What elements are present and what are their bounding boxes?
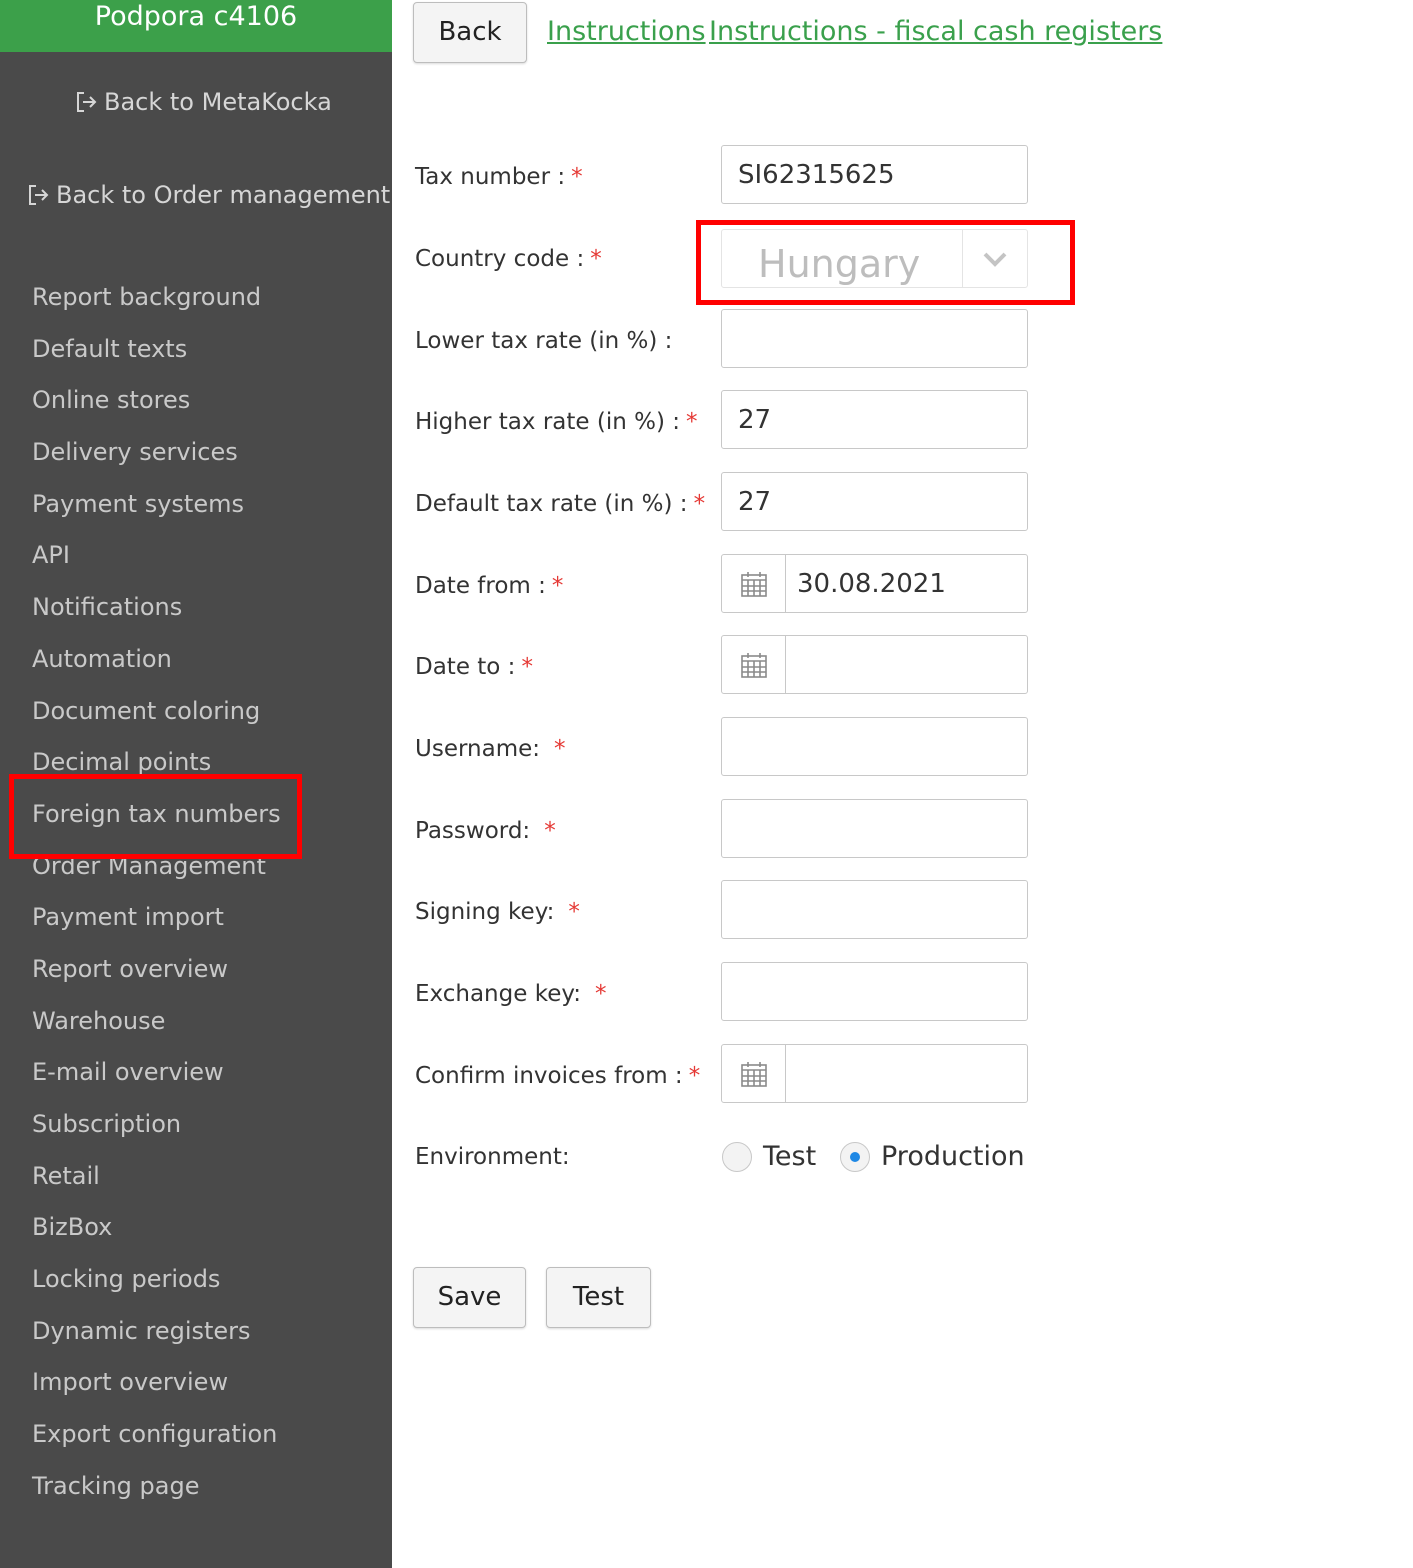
sidebar-item-tracking-page[interactable]: Tracking page xyxy=(0,1461,392,1513)
chevron-down-icon xyxy=(983,252,1007,267)
sidebar-item-foreign-tax-numbers[interactable]: Foreign tax numbers xyxy=(0,789,392,841)
exchange-key-label: Exchange key: * xyxy=(415,981,607,1007)
required-marker: * xyxy=(551,573,564,599)
sidebar-nav: Report background Default texts Online s… xyxy=(0,272,392,1513)
required-marker: * xyxy=(544,818,556,844)
calendar-icon xyxy=(740,652,767,678)
date-from-value: 30.08.2021 xyxy=(797,569,946,599)
calendar-icon xyxy=(740,1061,767,1087)
sidebar-item-email-overview[interactable]: E-mail overview xyxy=(0,1047,392,1099)
date-from-input[interactable]: 30.08.2021 xyxy=(721,554,1028,613)
back-to-metakocka-label: Back to MetaKocka xyxy=(104,88,332,116)
password-input[interactable] xyxy=(721,799,1028,858)
tax-number-value: SI62315625 xyxy=(738,160,895,190)
default-tax-rate-label: Default tax rate (in %) : * xyxy=(415,491,706,517)
date-to-label: Date to : * xyxy=(415,654,533,680)
sidebar-item-payment-import[interactable]: Payment import xyxy=(0,892,392,944)
sidebar-item-report-background[interactable]: Report background xyxy=(0,272,392,324)
username-label: Username: * xyxy=(415,736,566,762)
dropdown-toggle[interactable] xyxy=(962,230,1027,287)
country-code-label: Country code : * xyxy=(415,246,602,272)
sidebar-item-retail[interactable]: Retail xyxy=(0,1151,392,1203)
sidebar-item-notifications[interactable]: Notifications xyxy=(0,582,392,634)
tax-number-input[interactable]: SI62315625 xyxy=(721,145,1028,204)
confirm-invoices-from-input[interactable] xyxy=(721,1044,1028,1103)
sidebar: Podpora c4106 Back to MetaKocka Back to … xyxy=(0,0,392,1568)
sidebar-item-default-texts[interactable]: Default texts xyxy=(0,324,392,376)
exchange-key-input[interactable] xyxy=(721,962,1028,1021)
lower-tax-rate-label: Lower tax rate (in %) : xyxy=(415,328,673,354)
sidebar-item-dynamic-registers[interactable]: Dynamic registers xyxy=(0,1306,392,1358)
calendar-button[interactable] xyxy=(722,555,786,612)
calendar-button[interactable] xyxy=(722,636,786,693)
sign-out-icon xyxy=(77,92,97,112)
sidebar-item-report-overview[interactable]: Report overview xyxy=(0,944,392,996)
date-to-input[interactable] xyxy=(721,635,1028,694)
country-code-select[interactable]: Hungary xyxy=(721,229,1028,288)
instructions-fiscal-link[interactable]: Instructions - fiscal cash registers xyxy=(709,14,1162,50)
environment-production-radio[interactable] xyxy=(840,1142,870,1172)
higher-tax-rate-input[interactable]: 27 xyxy=(721,390,1028,449)
higher-tax-rate-value: 27 xyxy=(738,405,772,435)
back-to-metakocka-link[interactable]: Back to MetaKocka xyxy=(74,88,332,116)
sidebar-item-payment-systems[interactable]: Payment systems xyxy=(0,479,392,531)
environment-production-label[interactable]: Production xyxy=(881,1140,1025,1174)
sidebar-item-export-configuration[interactable]: Export configuration xyxy=(0,1409,392,1461)
company-name: Podpora c4106 xyxy=(0,0,392,52)
sign-out-icon xyxy=(29,185,49,205)
required-marker: * xyxy=(521,654,533,680)
date-from-label: Date from : * xyxy=(415,573,564,599)
environment-label: Environment: xyxy=(415,1144,570,1170)
required-marker: * xyxy=(571,164,583,190)
save-button[interactable]: Save xyxy=(413,1267,526,1328)
test-button[interactable]: Test xyxy=(546,1267,651,1328)
required-marker: * xyxy=(590,246,602,272)
back-button[interactable]: Back xyxy=(413,2,527,63)
sidebar-item-decimal-points[interactable]: Decimal points xyxy=(0,737,392,789)
higher-tax-rate-label: Higher tax rate (in %) : * xyxy=(415,409,698,435)
required-marker: * xyxy=(693,491,706,517)
country-code-value: Hungary xyxy=(758,242,921,286)
sidebar-item-online-stores[interactable]: Online stores xyxy=(0,375,392,427)
password-label: Password: * xyxy=(415,818,556,844)
lower-tax-rate-input[interactable] xyxy=(721,309,1028,368)
signing-key-label: Signing key: * xyxy=(415,899,580,925)
confirm-invoices-from-label: Confirm invoices from : * xyxy=(415,1063,701,1089)
calendar-icon xyxy=(740,571,767,597)
sidebar-item-import-overview[interactable]: Import overview xyxy=(0,1357,392,1409)
sidebar-item-order-management[interactable]: Order Management xyxy=(0,841,392,893)
signing-key-input[interactable] xyxy=(721,880,1028,939)
sidebar-item-document-coloring[interactable]: Document coloring xyxy=(0,686,392,738)
sidebar-item-automation[interactable]: Automation xyxy=(0,634,392,686)
back-to-order-management-label: Back to Order management xyxy=(56,181,391,209)
tax-number-label: Tax number : * xyxy=(415,164,583,190)
back-to-order-management-link[interactable]: Back to Order management xyxy=(26,181,390,209)
sidebar-item-warehouse[interactable]: Warehouse xyxy=(0,996,392,1048)
required-marker: * xyxy=(554,736,566,762)
required-marker: * xyxy=(685,409,698,435)
default-tax-rate-input[interactable]: 27 xyxy=(721,472,1028,531)
sidebar-item-bizbox[interactable]: BizBox xyxy=(0,1202,392,1254)
username-input[interactable] xyxy=(721,717,1028,776)
default-tax-rate-value: 27 xyxy=(738,487,772,517)
instructions-link[interactable]: Instructions xyxy=(547,14,706,50)
required-marker: * xyxy=(595,981,607,1007)
sidebar-item-locking-periods[interactable]: Locking periods xyxy=(0,1254,392,1306)
sidebar-item-delivery-services[interactable]: Delivery services xyxy=(0,427,392,479)
calendar-button[interactable] xyxy=(722,1045,786,1102)
required-marker: * xyxy=(688,1063,701,1089)
environment-test-label[interactable]: Test xyxy=(763,1140,816,1174)
required-marker: * xyxy=(568,899,580,925)
sidebar-item-api[interactable]: API xyxy=(0,530,392,582)
environment-test-radio[interactable] xyxy=(722,1142,752,1172)
sidebar-item-subscription[interactable]: Subscription xyxy=(0,1099,392,1151)
